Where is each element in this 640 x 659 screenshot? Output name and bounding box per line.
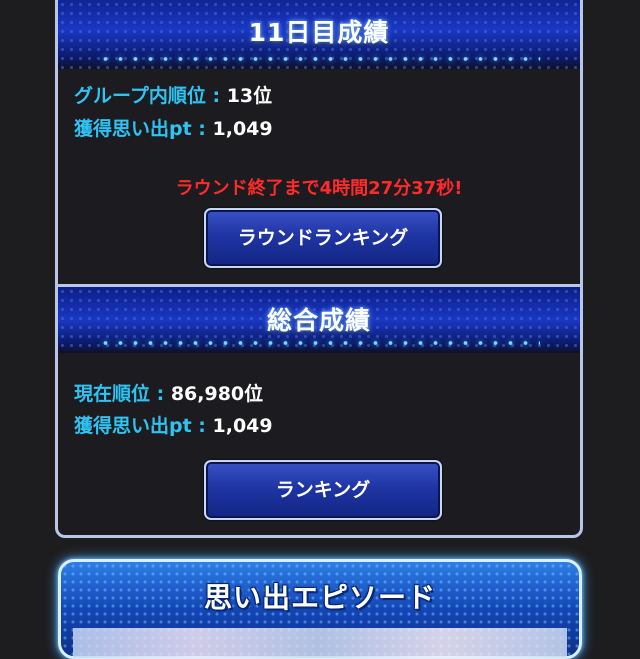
- ranking-button[interactable]: ランキング: [204, 460, 442, 520]
- total-points-label: 獲得思い出pt :: [74, 415, 213, 437]
- daily-results-panel: 11日目成績 グループ内順位 : 13位 獲得思い出pt : 1,049 ラウン…: [55, 0, 583, 285]
- overall-results-header: 総合成績: [58, 287, 580, 353]
- current-rank-value: 86,980位: [170, 383, 264, 405]
- header-dot-divider: [98, 341, 540, 345]
- current-rank-label: 現在順位 :: [74, 383, 171, 405]
- group-rank-label: グループ内順位 :: [74, 85, 227, 107]
- overall-results-title: 総合成績: [266, 306, 371, 335]
- daily-results-header: 11日目成績: [58, 0, 580, 69]
- memory-episode-title: 思い出エピソード: [203, 581, 436, 614]
- memory-episode-banner[interactable]: 思い出エピソード: [58, 559, 582, 659]
- daily-points-row: 獲得思い出pt : 1,049: [74, 114, 273, 141]
- round-ranking-button[interactable]: ラウンドランキング: [204, 208, 442, 268]
- daily-results-title: 11日目成績: [248, 18, 390, 47]
- current-rank-row: 現在順位 : 86,980位: [74, 379, 263, 406]
- total-points-row: 獲得思い出pt : 1,049: [74, 411, 273, 438]
- group-rank-row: グループ内順位 : 13位: [74, 81, 272, 108]
- total-points-value: 1,049: [212, 415, 273, 437]
- overall-results-panel: 総合成績 現在順位 : 86,980位 獲得思い出pt : 1,049 ランキン…: [55, 284, 583, 538]
- episode-preview-strip: [73, 628, 567, 658]
- header-dot-divider: [98, 57, 540, 61]
- daily-points-value: 1,049: [212, 118, 273, 140]
- daily-points-label: 獲得思い出pt :: [74, 118, 213, 140]
- round-countdown-text: ラウンド終了まで4時間27分37秒!: [175, 178, 463, 199]
- group-rank-value: 13位: [226, 85, 273, 107]
